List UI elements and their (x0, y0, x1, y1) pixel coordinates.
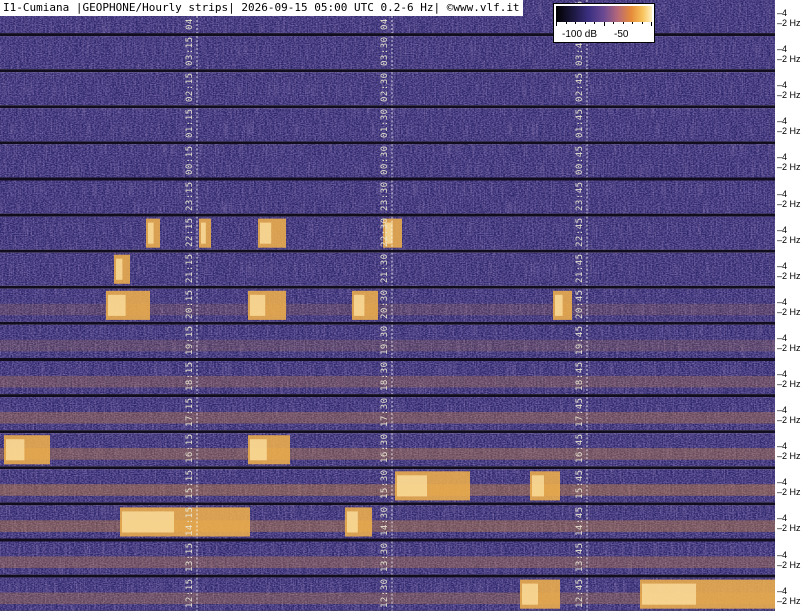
frequency-tick-label: –2 Hz (777, 234, 801, 245)
frequency-tick-label: –2 Hz (777, 559, 801, 570)
colorbar-tick (613, 22, 614, 24)
frequency-tick-label: –4 (777, 477, 788, 488)
strip-burst-core (201, 222, 206, 244)
strip-separator (0, 33, 775, 37)
colorbar-tick (651, 22, 652, 26)
frequency-tick-label: –2 Hz (777, 54, 801, 65)
frequency-tick-label: –4 (777, 513, 788, 524)
strip-burst-core (555, 294, 563, 316)
strip-separator (0, 177, 775, 181)
colorbar-tick (594, 22, 595, 24)
strip-separator (0, 213, 775, 217)
strip-burst-core (116, 258, 123, 280)
strip-separator (0, 538, 775, 542)
frequency-tick-label: –4 (777, 224, 788, 235)
frequency-tick-label: –2 Hz (777, 306, 801, 317)
strip-separator (0, 394, 775, 398)
frequency-tick-label: –4 (777, 152, 788, 163)
strip-separator (0, 502, 775, 506)
frequency-tick-label: –4 (777, 188, 788, 199)
frequency-tick-label: –2 Hz (777, 270, 801, 281)
strip-texture (0, 36, 775, 70)
strip-separator (0, 105, 775, 109)
colorbar-tick (641, 22, 643, 24)
frequency-tick-label: –2 Hz (777, 415, 801, 426)
strip-burst-core (250, 439, 267, 461)
colorbar-legend: -100 dB -50 (553, 3, 655, 43)
frequency-tick-label: –4 (777, 296, 788, 307)
strip-energy-band (0, 520, 775, 532)
frequency-tick-label: –2 Hz (777, 198, 801, 209)
strip-burst-core (385, 222, 393, 244)
strip-separator (0, 358, 775, 361)
colorbar-max-label: -50 (614, 29, 629, 40)
colorbar-ticks (556, 22, 652, 26)
strip-separator (0, 285, 775, 289)
strip-burst-core (347, 511, 358, 533)
frequency-tick-label: –2 Hz (777, 379, 801, 389)
colorbar-min-label: -100 dB (562, 29, 598, 40)
frequency-tick-label: –4 (777, 44, 788, 55)
frequency-axis: –4 –2 Hz –4 –2 Hz –4 –2 Hz –4 –2 Hz –4 –2 Hz –4 –2 … (775, 0, 812, 611)
strip-separator (0, 321, 775, 325)
strip-separator (0, 69, 775, 73)
frequency-tick-label: –2 Hz (777, 126, 801, 137)
strip-burst-core (642, 583, 696, 605)
colorbar-tick (565, 22, 567, 24)
strip-energy-band (0, 411, 775, 424)
strip-separator (0, 141, 775, 145)
colorbar-tick (575, 22, 576, 24)
strip-energy-band (0, 339, 775, 352)
frequency-tick-label: –4 (777, 441, 788, 452)
strip-texture (0, 144, 775, 178)
strip-burst-core (122, 511, 174, 533)
frequency-tick-label: –2 Hz (777, 162, 801, 173)
strip-separator (0, 430, 775, 434)
strip-burst-core (397, 475, 427, 497)
plot-title: I1-Cumiana |GEOPHONE/Hourly strips| 2026… (0, 0, 523, 16)
frequency-tick-label: –2 Hz (777, 451, 801, 462)
strip-burst-core (148, 222, 154, 244)
colorbar-gradient (556, 6, 652, 22)
strip-burst-core (250, 294, 266, 316)
frequency-tick-label: –4 (777, 585, 788, 596)
frequency-tick-label: –4 (777, 369, 788, 379)
strip-texture (0, 180, 775, 214)
strip-burst-core (532, 475, 544, 497)
strip-texture (0, 108, 775, 142)
strip-burst-core (522, 583, 538, 605)
strip-energy-band (0, 556, 775, 568)
colorbar-tick (622, 22, 624, 24)
strip-separator (0, 574, 775, 578)
strip-burst-core (354, 294, 365, 316)
strip-burst-core (6, 439, 25, 461)
strip-separator (0, 249, 775, 253)
strip-energy-band (0, 448, 775, 460)
colorbar-tick (632, 22, 633, 24)
frequency-tick-label: –2 Hz (777, 523, 801, 534)
strip-texture (0, 72, 775, 106)
frequency-tick-label: –4 (777, 549, 788, 560)
strip-burst-core (108, 294, 126, 316)
colorbar-tick (556, 22, 557, 26)
frequency-tick-label: –4 (777, 405, 788, 416)
strip-energy-band (0, 375, 775, 388)
frequency-tick-label: –2 Hz (777, 18, 801, 28)
frequency-tick-label: –2 Hz (777, 595, 801, 606)
frequency-tick-label: –4 (777, 116, 788, 127)
frequency-tick-label: –4 (777, 8, 788, 18)
frequency-tick-label: –2 Hz (777, 90, 801, 101)
frequency-tick-label: –2 Hz (777, 487, 801, 498)
frequency-tick-label: –4 (777, 80, 788, 91)
frequency-tick-label: –4 (777, 260, 788, 271)
colorbar-tick (603, 22, 605, 26)
colorbar-tick (584, 22, 586, 24)
strip-burst-core (260, 222, 272, 244)
strip-separator (0, 466, 775, 470)
frequency-tick-label: –4 (777, 332, 788, 343)
frequency-tick-label: –2 Hz (777, 342, 801, 353)
spectrogram-strips (0, 0, 775, 611)
strip-energy-band (0, 484, 775, 496)
